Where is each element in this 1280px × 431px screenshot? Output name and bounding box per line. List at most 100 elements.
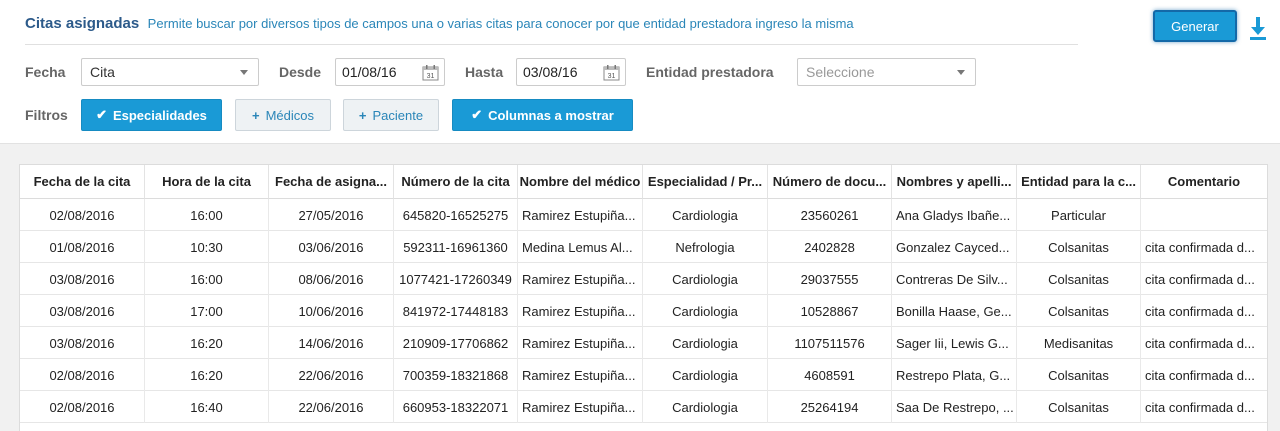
table-cell: Ramirez Estupiña... [518, 263, 643, 295]
desde-date-input[interactable]: 01/08/16 31 [335, 58, 445, 86]
table-cell: cita confirmada d... [1145, 239, 1255, 255]
table-cell: 16:40 [145, 391, 269, 423]
fecha-select-value: Cita [90, 64, 115, 80]
table-cell: Colsanitas [1017, 391, 1141, 423]
column-header[interactable]: Entidad para la c... [1017, 165, 1141, 199]
plus-icon: + [251, 107, 260, 123]
table-cell: Colsanitas [1017, 231, 1141, 263]
table-cell: 23560261 [768, 199, 892, 231]
filter-panel: Citas asignadas Permite buscar por diver… [0, 0, 1280, 143]
table-cell: 210909-17706862 [394, 327, 518, 359]
column-header[interactable]: Fecha de asigna... [269, 165, 394, 199]
column-header[interactable]: Hora de la cita [145, 165, 269, 199]
table-cell: Colsanitas [1017, 295, 1141, 327]
table-cell: Medina Lemus Al... [518, 231, 643, 263]
chip-label: Médicos [265, 107, 314, 123]
table-cell: cita confirmada d... [1145, 399, 1255, 415]
table-row[interactable]: 01/08/2016 10:30 03/06/2016 592311-16961360… [20, 231, 1267, 263]
table-cell: Ramirez Estupiña... [518, 295, 643, 327]
chip-label: Columnas a mostrar [488, 107, 614, 123]
table-cell: 1077421-17260349 [394, 263, 518, 295]
entidad-label: Entidad prestadora [646, 64, 774, 80]
table-cell: Restrepo Plata, G... [892, 359, 1017, 391]
svg-text:31: 31 [608, 73, 616, 80]
table-cell: 22/06/2016 [269, 359, 394, 391]
entidad-select[interactable]: Seleccione [797, 58, 976, 86]
table-cell: Colsanitas [1017, 359, 1141, 391]
table-cell: 25264194 [768, 391, 892, 423]
table-cell: Saa De Restrepo, ... [892, 391, 1017, 423]
plus-icon: + [358, 107, 367, 123]
table-cell: Gonzalez Cayced... [892, 231, 1017, 263]
header-divider [25, 44, 1078, 45]
table-cell: Ana Gladys Ibañe... [892, 199, 1017, 231]
table-row[interactable]: 02/08/2016 16:40 22/06/2016 660953-18322071… [20, 391, 1267, 423]
table-cell: Cardiologia [643, 199, 768, 231]
table-cell: Contreras De Silv... [892, 263, 1017, 295]
table-cell: 16:20 [145, 359, 269, 391]
table-cell: cita confirmada d... [1145, 271, 1255, 287]
table-cell: 1107511576 [768, 327, 892, 359]
table-cell: Bonilla Haase, Ge... [892, 295, 1017, 327]
table-cell: 16:00 [145, 199, 269, 231]
check-icon: ✔ [96, 107, 107, 122]
download-icon[interactable] [1248, 15, 1268, 41]
calendar-icon[interactable]: 31 [603, 64, 620, 81]
table-row[interactable]: 03/08/2016 16:00 08/06/2016 1077421-1726034… [20, 263, 1267, 295]
column-header[interactable]: Número de docu... [768, 165, 892, 199]
filtros-label: Filtros [25, 107, 68, 123]
column-header[interactable]: Número de la cita [394, 165, 518, 199]
chip-especialidades[interactable]: ✔ Especialidades [81, 99, 222, 131]
chevron-down-icon [957, 70, 965, 75]
column-header[interactable]: Especialidad / Pr... [643, 165, 768, 199]
fecha-select[interactable]: Cita [81, 58, 259, 86]
table-cell: Ramirez Estupiña... [518, 327, 643, 359]
table-cell: 16:00 [145, 263, 269, 295]
desde-label: Desde [279, 64, 322, 80]
page-subtitle: Permite buscar por diversos tipos de cam… [147, 16, 854, 31]
generate-button[interactable]: Generar [1153, 10, 1237, 42]
page-title: Citas asignadas [25, 15, 140, 32]
chip-paciente[interactable]: + Paciente [343, 99, 439, 131]
table-cell: 10:30 [145, 231, 269, 263]
column-header[interactable]: Comentario [1141, 165, 1267, 199]
table-cell: 700359-18321868 [394, 359, 518, 391]
svg-text:31: 31 [427, 73, 435, 80]
table-row[interactable]: 02/08/2016 16:20 22/06/2016 700359-18321868… [20, 359, 1267, 391]
table-cell: Ramirez Estupiña... [518, 359, 643, 391]
table-row[interactable]: 03/08/2016 16:20 14/06/2016 210909-17706862… [20, 327, 1267, 359]
table-cell: Cardiologia [643, 359, 768, 391]
table-cell: Sager Iii, Lewis G... [892, 327, 1017, 359]
table-cell: 03/06/2016 [269, 231, 394, 263]
chip-label: Paciente [372, 107, 424, 123]
column-header[interactable]: Nombre del médico [518, 165, 643, 199]
chip-medicos[interactable]: + Médicos [235, 99, 331, 131]
table-cell: 02/08/2016 [20, 391, 145, 423]
table-cell: 14/06/2016 [269, 327, 394, 359]
chip-columnas[interactable]: ✔ Columnas a mostrar [452, 99, 633, 131]
table-cell: Cardiologia [643, 295, 768, 327]
table-cell: 27/05/2016 [269, 199, 394, 231]
column-header[interactable]: Fecha de la cita [20, 165, 145, 199]
table-cell: 2402828 [768, 231, 892, 263]
fecha-label: Fecha [25, 64, 66, 80]
table-cell: 29037555 [768, 263, 892, 295]
check-icon: ✔ [471, 107, 483, 122]
table-row[interactable]: 03/08/2016 17:00 10/06/2016 841972-17448183… [20, 295, 1267, 327]
table-cell: Cardiologia [643, 391, 768, 423]
column-header[interactable]: Nombres y apelli... [892, 165, 1017, 199]
table-cell: 02/08/2016 [20, 359, 145, 391]
table-cell: 660953-18322071 [394, 391, 518, 423]
calendar-icon[interactable]: 31 [422, 64, 439, 81]
table-row[interactable]: 02/08/2016 16:00 27/05/2016 645820-16525275… [20, 199, 1267, 231]
table-cell: 03/08/2016 [20, 295, 145, 327]
hasta-date-value: 03/08/16 [523, 64, 578, 80]
table-cell: 16:20 [145, 327, 269, 359]
table-cell: Nefrologia [643, 231, 768, 263]
table-cell: cita confirmada d... [1145, 303, 1255, 319]
hasta-date-input[interactable]: 03/08/16 31 [516, 58, 626, 86]
table-cell: 01/08/2016 [20, 231, 145, 263]
table-cell: Particular [1017, 199, 1141, 231]
table-cell: 08/06/2016 [269, 263, 394, 295]
chip-label: Especialidades [112, 107, 207, 123]
